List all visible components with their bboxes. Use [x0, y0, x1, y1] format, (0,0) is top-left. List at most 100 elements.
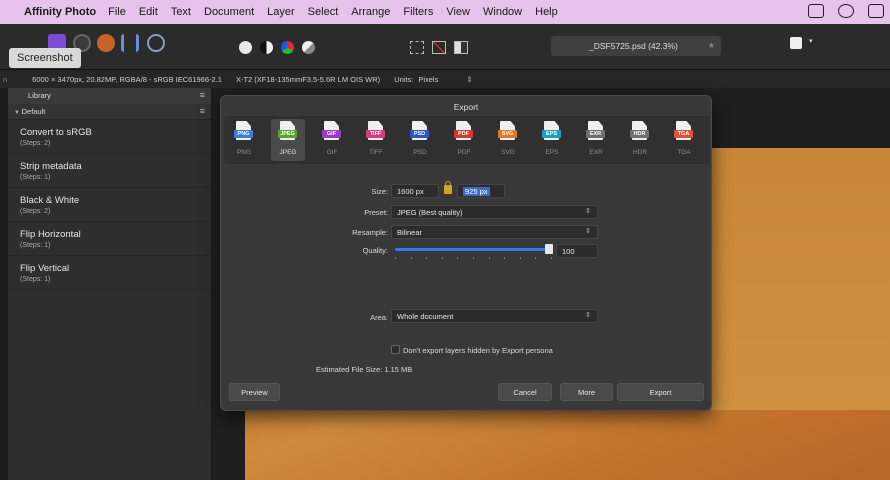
disclosure-triangle-icon[interactable]: ▼ — [14, 110, 22, 116]
macro-steps: (Steps: 1) — [20, 242, 51, 249]
more-button[interactable]: More — [560, 383, 613, 401]
library-category[interactable]: ▼ Default ≡ — [0, 104, 211, 120]
library-tab[interactable]: Library ≡ — [0, 88, 211, 104]
document-info: 6000 × 3470px, 20.82MP, RGBA/8 - sRGB IE… — [32, 74, 222, 84]
macro-item[interactable]: Strip metadata (Steps: 1) — [0, 154, 211, 188]
snapping-icon[interactable] — [790, 37, 802, 49]
category-label: Default — [21, 107, 46, 116]
width-field[interactable]: 1600 px — [391, 184, 439, 198]
deselect-icon[interactable] — [432, 40, 446, 54]
auto-white-balance-icon[interactable] — [302, 40, 315, 54]
document-tab[interactable]: _DSF5725.psd (42.3%) ★ — [551, 36, 721, 56]
quality-slider-ticks — [395, 257, 552, 259]
marquee-icon[interactable] — [410, 40, 424, 54]
units-label: Units: — [394, 74, 414, 84]
format-icon-text: HDR — [630, 130, 649, 138]
display-icon[interactable] — [808, 4, 824, 18]
macro-name: Convert to sRGB — [20, 127, 92, 138]
select-stepper-icon: ⇕ — [585, 312, 591, 319]
height-value: 925 px — [463, 187, 490, 196]
category-menu-icon[interactable]: ≡ — [200, 106, 205, 116]
format-label: GIF — [326, 149, 338, 156]
resample-value: Bilinear — [397, 228, 423, 237]
area-select[interactable]: Whole document ⇕ — [391, 309, 598, 323]
macro-steps: (Steps: 1) — [20, 276, 51, 283]
macro-item[interactable]: Flip Vertical (Steps: 1) — [0, 256, 211, 290]
macro-item[interactable]: Convert to sRGB (Steps: 2) — [0, 120, 211, 154]
context-toolbar: n 6000 × 3470px, 20.82MP, RGBA/8 - sRGB … — [0, 70, 890, 88]
quality-field[interactable]: 100 — [556, 244, 598, 258]
macro-name: Strip metadata — [20, 161, 82, 172]
height-field[interactable]: 925 px — [457, 184, 505, 198]
eye-icon[interactable] — [838, 4, 854, 18]
resample-select[interactable]: Bilinear ⇕ — [391, 225, 598, 239]
format-pdf[interactable]: PDF PDF — [447, 119, 481, 161]
menu-select[interactable]: Select — [308, 6, 339, 18]
menu-arrange[interactable]: Arrange — [351, 6, 390, 18]
auto-contrast-icon[interactable] — [260, 40, 273, 54]
preset-label: Preset: — [364, 208, 388, 217]
quality-slider-knob[interactable] — [545, 244, 553, 254]
star-icon[interactable]: ★ — [708, 41, 715, 50]
quality-value: 100 — [562, 247, 575, 256]
macro-item[interactable]: Black & White (Steps: 2) — [0, 188, 211, 222]
format-tga[interactable]: TGA TGA — [667, 119, 701, 161]
format-tiff[interactable]: TIFF TIFF — [359, 119, 393, 161]
cancel-button[interactable]: Cancel — [498, 383, 552, 401]
quality-slider-track[interactable] — [395, 248, 552, 251]
format-exr[interactable]: EXR EXR — [579, 119, 613, 161]
format-png[interactable]: PNG PNG — [227, 119, 261, 161]
format-eps[interactable]: EPS EPS — [535, 119, 569, 161]
format-label: HDR — [632, 149, 648, 156]
macro-item[interactable]: Flip Horizontal (Steps: 1) — [0, 222, 211, 256]
chevron-down-icon[interactable]: ▾ — [809, 37, 813, 45]
preset-select[interactable]: JPEG (Best quality) ⇕ — [391, 205, 598, 219]
app-menu[interactable]: Affinity Photo — [24, 6, 96, 18]
menu-view[interactable]: View — [446, 6, 470, 18]
lock-icon[interactable] — [444, 181, 452, 194]
tone-mapping-persona-icon[interactable] — [121, 34, 139, 52]
menu-edit[interactable]: Edit — [139, 6, 158, 18]
menu-bar: Affinity Photo File Edit Text Document L… — [0, 0, 890, 24]
units-stepper-icon[interactable]: ⇕ — [466, 75, 472, 84]
menu-layer[interactable]: Layer — [267, 6, 295, 18]
menu-file[interactable]: File — [108, 6, 126, 18]
format-psd[interactable]: PSD PSD — [403, 119, 437, 161]
units-select[interactable]: Pixels — [418, 75, 438, 84]
export-persona-icon[interactable] — [147, 34, 165, 52]
export-dialog: Export PNG PNG JPEG JPEG GIF GIF TIFF TI… — [220, 95, 712, 411]
select-stepper-icon: ⇕ — [585, 228, 591, 235]
format-icon-text: PDF — [454, 130, 473, 138]
menu-document[interactable]: Document — [204, 6, 254, 18]
area-label: Area: — [370, 313, 388, 322]
format-gif[interactable]: GIF GIF — [315, 119, 349, 161]
context-edge-marker: n — [3, 74, 8, 84]
area-value: Whole document — [397, 312, 454, 321]
macro-steps: (Steps: 2) — [20, 140, 51, 147]
macro-steps: (Steps: 1) — [20, 174, 51, 181]
format-hdr[interactable]: HDR HDR — [623, 119, 657, 161]
format-label: TGA — [677, 149, 691, 156]
menu-text[interactable]: Text — [171, 6, 191, 18]
develop-persona-icon[interactable] — [97, 34, 115, 52]
format-icon-text: TIFF — [366, 130, 385, 138]
menu-help[interactable]: Help — [535, 6, 558, 18]
invert-selection-icon[interactable] — [454, 40, 468, 54]
format-label: EXR — [589, 149, 603, 156]
macro-name: Flip Vertical — [20, 263, 70, 274]
selection-tools-group — [410, 36, 468, 58]
auto-colors-icon[interactable] — [281, 40, 294, 54]
search-icon[interactable] — [868, 4, 884, 18]
camera-info: X-T2 (XF18-135mmF3.5-5.6R LM OIS WR) — [235, 74, 381, 84]
preview-button[interactable]: Preview — [229, 383, 280, 401]
estimated-file-size: Estimated File Size: 1.15 MB — [316, 365, 413, 374]
format-svg[interactable]: SVG SVG — [491, 119, 525, 161]
menu-filters[interactable]: Filters — [403, 6, 433, 18]
menu-window[interactable]: Window — [483, 6, 522, 18]
auto-levels-icon[interactable] — [239, 40, 252, 54]
panel-menu-icon[interactable]: ≡ — [200, 90, 205, 100]
left-tools-edge — [0, 88, 8, 480]
format-jpeg[interactable]: JPEG JPEG — [271, 119, 305, 161]
export-button[interactable]: Export — [617, 383, 704, 401]
hide-layers-checkbox[interactable] — [391, 345, 400, 354]
